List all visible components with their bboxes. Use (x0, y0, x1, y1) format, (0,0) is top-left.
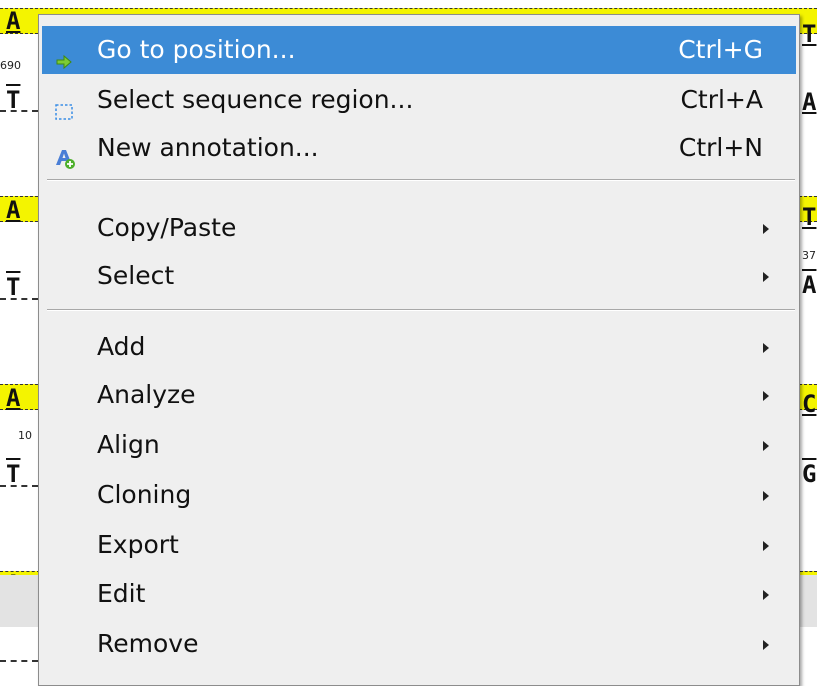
strand-line (0, 298, 38, 300)
menu-item-edit[interactable]: Edit (42, 570, 796, 618)
submenu-arrow-icon (763, 541, 769, 551)
menu-item-add[interactable]: Add (42, 323, 796, 371)
menu-item-shortcut: Ctrl+A (680, 85, 763, 114)
strand-line (0, 110, 38, 112)
menu-item-select-sequence-region[interactable]: Select sequence region... Ctrl+A (42, 76, 796, 124)
strand-line (0, 660, 38, 662)
menu-item-export[interactable]: Export (42, 521, 796, 569)
sequence-base: A (802, 271, 817, 299)
menu-item-label: New annotation... (97, 133, 319, 162)
sequence-base: A (802, 88, 817, 116)
menu-item-align[interactable]: Align (42, 421, 796, 469)
submenu-arrow-icon (763, 640, 769, 650)
sequence-base: C (802, 390, 817, 418)
menu-item-new-annotation[interactable]: New annotation... Ctrl+N (42, 124, 796, 172)
submenu-arrow-icon (763, 491, 769, 501)
select-region-icon (54, 90, 74, 120)
sequence-base: T (802, 203, 817, 231)
sequence-base: T (802, 20, 817, 48)
menu-item-label: Go to position... (97, 35, 296, 64)
strand-line (0, 485, 38, 487)
menu-item-shortcut: Ctrl+G (678, 35, 763, 64)
position-number: 690 (0, 59, 21, 72)
new-annotation-icon (54, 138, 75, 169)
menu-item-label: Select (97, 261, 175, 290)
menu-item-shortcut: Ctrl+N (678, 133, 763, 162)
menu-item-label: Cloning (97, 480, 192, 509)
menu-item-remove[interactable]: Remove (42, 620, 796, 668)
sequence-base: T (6, 273, 21, 301)
position-number: 37 (802, 249, 816, 262)
menu-item-label: Copy/Paste (97, 213, 237, 242)
menu-item-label: Select sequence region... (97, 85, 414, 114)
context-menu[interactable]: Go to position... Ctrl+G Select sequence… (38, 14, 800, 686)
menu-item-label: Align (97, 430, 160, 459)
menu-item-label: Export (97, 530, 179, 559)
menu-item-copy-paste[interactable]: Copy/Paste (42, 204, 796, 252)
menu-item-label: Edit (97, 579, 146, 608)
menu-item-label: Add (97, 332, 146, 361)
menu-item-label: Analyze (97, 380, 196, 409)
sequence-base: A (6, 384, 21, 412)
submenu-arrow-icon (763, 590, 769, 600)
menu-item-analyze[interactable]: Analyze (42, 371, 796, 419)
submenu-arrow-icon (763, 224, 769, 234)
sequence-base: A (6, 7, 21, 35)
sequence-base: T (6, 460, 21, 488)
menu-item-cloning[interactable]: Cloning (42, 471, 796, 519)
menu-item-select[interactable]: Select (42, 252, 796, 300)
menu-separator (47, 179, 795, 181)
sequence-base: A (6, 196, 21, 224)
submenu-arrow-icon (763, 343, 769, 353)
menu-separator (47, 309, 795, 311)
submenu-arrow-icon (763, 391, 769, 401)
submenu-arrow-icon (763, 441, 769, 451)
menu-item-label: Remove (97, 629, 199, 658)
sequence-base: T (6, 86, 21, 114)
go-arrow-icon (54, 40, 74, 70)
menu-item-go-to-position[interactable]: Go to position... Ctrl+G (42, 26, 796, 74)
position-number: 10 (18, 429, 32, 442)
sequence-base: G (802, 460, 817, 488)
submenu-arrow-icon (763, 272, 769, 282)
